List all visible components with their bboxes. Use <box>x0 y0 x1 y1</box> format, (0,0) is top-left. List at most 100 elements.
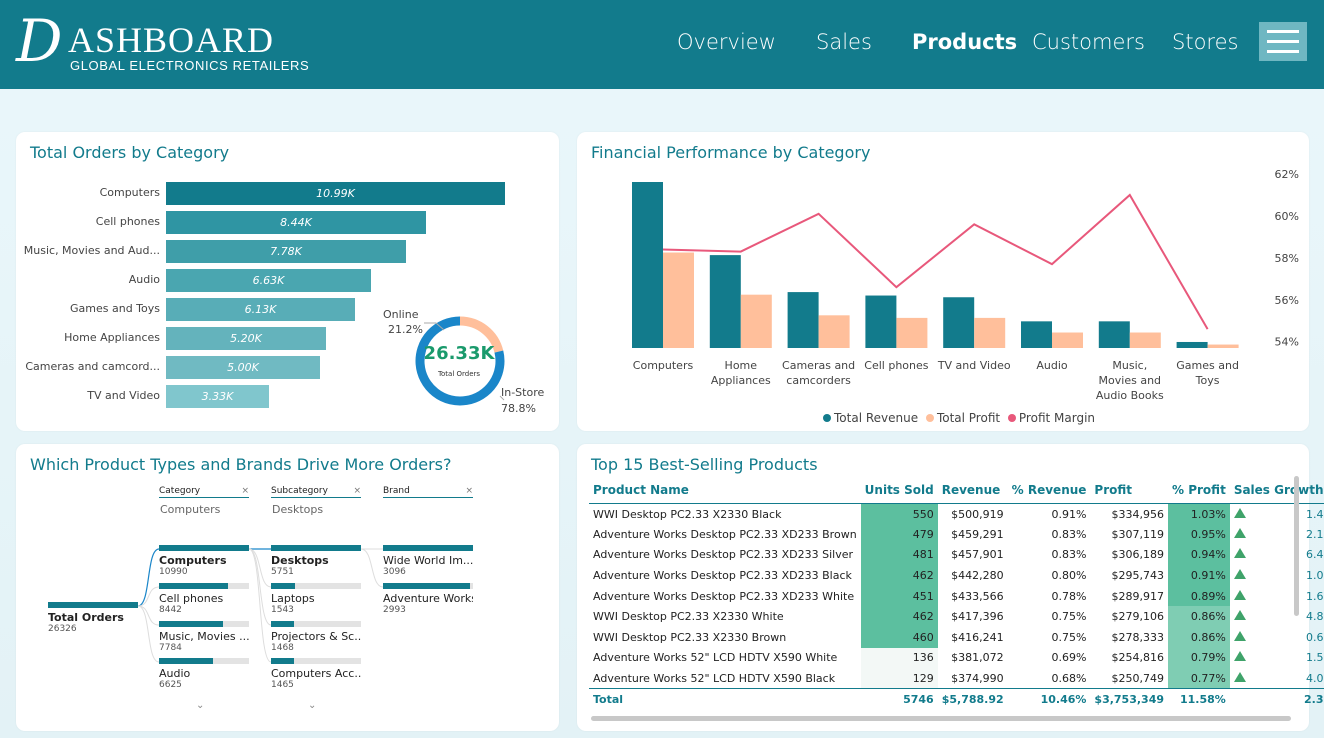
cell-product-name: WWI Desktop PC2.33 X2330 Brown <box>593 630 787 644</box>
profit-bar[interactable] <box>818 315 850 348</box>
dt-node-name: Adventure Works <box>383 592 473 605</box>
trend-up-icon <box>1233 548 1246 559</box>
cell-pct-revenue: 0.83% <box>1051 527 1087 541</box>
revenue-bar[interactable] <box>709 255 741 348</box>
revenue-bar[interactable] <box>865 295 897 348</box>
col-profit[interactable]: Profit <box>1090 481 1169 504</box>
revenue-bar[interactable] <box>1176 341 1208 348</box>
financial-combo-chart[interactable]: Computers Home Appliances Cameras and camcor… <box>577 132 1309 412</box>
nav-stores[interactable]: Stores <box>1172 30 1238 54</box>
dt-node-value: 7784 <box>159 643 182 653</box>
y2-axis-tick-label: 60% <box>1275 210 1299 223</box>
profit-bar[interactable] <box>663 252 694 348</box>
dashboard-logo[interactable]: D ASHBOARD GLOBAL ELECTRONICS RETAILERS <box>16 10 316 80</box>
dt-node-category[interactable]: Music, Movies ... 7784 <box>159 621 249 653</box>
cell-product-name: Adventure Works Desktop PC2.33 XD233 Bro… <box>593 527 857 541</box>
nav-customers[interactable]: Customers <box>1032 30 1145 54</box>
dt-node-category[interactable]: Audio 6625 <box>159 658 249 690</box>
cell-revenue: $442,280 <box>951 569 1004 583</box>
revenue-bar[interactable] <box>632 182 663 348</box>
profit-bar[interactable] <box>740 294 772 348</box>
x-axis-tick-label: Cell phones <box>864 359 928 372</box>
dt-node-subcategory[interactable]: Projectors & Sc... 1468 <box>271 621 361 653</box>
cell-units-sold: 129 <box>860 668 938 689</box>
x-axis-tick-label: Audio <box>1036 359 1068 372</box>
chevron-down-icon[interactable]: ⌄ <box>308 700 316 711</box>
dt-node-subcategory[interactable]: Computers Acc... 1465 <box>271 658 361 690</box>
cell-pct-revenue: 0.69% <box>1051 651 1087 665</box>
table-total-row: Total 5746 $5,788.92 10.46% $3,753,349 1… <box>589 688 1324 710</box>
x-axis-tick-label: Audio Books <box>1096 389 1164 402</box>
legend-revenue: Total Revenue <box>834 411 919 425</box>
col-pct-profit[interactable]: % Profit <box>1168 481 1230 504</box>
table-row[interactable]: Adventure Works 52" LCD HDTV X590 White … <box>589 647 1324 669</box>
cell-revenue: $5,788.92 <box>937 688 1008 710</box>
legend-dot-margin <box>1007 414 1016 422</box>
col-units-sold[interactable]: Units Sold <box>860 481 938 504</box>
revenue-bar[interactable] <box>1021 321 1052 348</box>
bar-category-label: Audio <box>128 273 160 286</box>
dt-node-name: Laptops <box>271 592 315 605</box>
col-revenue[interactable]: Revenue <box>937 481 1008 504</box>
dt-node-value: 8442 <box>159 605 182 615</box>
dt-node-name: Audio <box>159 667 191 680</box>
donut-leader-lines <box>424 322 505 401</box>
cell-sales-growth: 0.6 <box>1306 630 1324 644</box>
nav-overview[interactable]: Overview <box>677 30 776 54</box>
profit-bar[interactable] <box>1129 332 1161 348</box>
dt-node-value: 26326 <box>48 624 77 634</box>
bar-value-label: 8.44K <box>280 216 312 229</box>
dt-root-node[interactable]: Total Orders 26326 <box>48 602 138 634</box>
cell-product-name: Adventure Works 52" LCD HDTV X590 White <box>593 651 838 665</box>
cell-profit: $254,816 <box>1111 651 1165 665</box>
x-axis-tick-label: Computers <box>633 359 694 372</box>
dt-node-value: 1543 <box>271 605 294 615</box>
cell-pct-revenue: 0.78% <box>1051 589 1087 603</box>
hamburger-menu-icon[interactable] <box>1259 22 1307 61</box>
table-row[interactable]: Adventure Works Desktop PC2.33 XD233 Bro… <box>589 524 1324 545</box>
cell-units-sold: 481 <box>860 544 938 566</box>
table-row[interactable]: WWI Desktop PC2.33 X2330 White 462 $417,… <box>589 606 1324 628</box>
dt-node-brand[interactable]: Wide World Im... 3096 <box>383 545 473 577</box>
cell-sales-growth: 1.6 <box>1306 589 1324 603</box>
nav-products[interactable]: Products <box>912 30 1017 54</box>
vertical-scrollbar[interactable] <box>1294 476 1299 616</box>
profit-bar[interactable] <box>1207 344 1239 348</box>
table-row[interactable]: Adventure Works Desktop PC2.33 XD233 Bla… <box>589 565 1324 586</box>
cell-profit: $307,119 <box>1111 527 1165 541</box>
cell-pct-profit: 11.58% <box>1168 688 1230 710</box>
dt-node-name: Wide World Im... <box>383 554 473 567</box>
cell-revenue: $374,990 <box>951 671 1004 685</box>
table-row[interactable]: Adventure Works 52" LCD HDTV X590 Black … <box>589 668 1324 689</box>
cell-pct-profit: 0.91% <box>1168 565 1230 586</box>
horizontal-scrollbar[interactable] <box>591 716 1291 721</box>
revenue-bar[interactable] <box>787 292 819 348</box>
dt-node-name: Music, Movies ... <box>159 630 249 643</box>
profit-bar[interactable] <box>896 317 928 348</box>
x-axis-tick-label: TV and Video <box>937 359 1011 372</box>
dt-node-category[interactable]: Cell phones 8442 <box>159 583 249 615</box>
revenue-bar[interactable] <box>943 297 975 348</box>
col-product-name[interactable]: Product Name <box>589 481 861 504</box>
profit-bar[interactable] <box>974 317 1006 348</box>
col-pct-revenue[interactable]: % Revenue <box>1007 481 1091 504</box>
dt-node-category[interactable]: Computers 10990 <box>159 545 249 577</box>
revenue-bar[interactable] <box>1098 321 1130 348</box>
cell-product-name: Adventure Works Desktop PC2.33 XD233 Whi… <box>593 589 855 603</box>
x-axis-tick-label: camcorders <box>786 374 851 387</box>
table-row[interactable]: Adventure Works Desktop PC2.33 XD233 Whi… <box>589 585 1324 607</box>
cell-pct-profit: 1.03% <box>1168 503 1230 525</box>
dt-node-subcategory[interactable]: Laptops 1543 <box>271 583 361 615</box>
table-row[interactable]: Adventure Works Desktop PC2.33 XD233 Sil… <box>589 544 1324 566</box>
cell-pct-profit: 0.89% <box>1168 585 1230 607</box>
chevron-down-icon[interactable]: ⌄ <box>196 700 204 711</box>
orders-by-category-card: Total Orders by Category Computers 10.99K… <box>16 132 559 431</box>
nav-sales[interactable]: Sales <box>816 30 872 54</box>
dt-node-brand[interactable]: Adventure Works 2993 <box>383 583 473 615</box>
col-sales-growth[interactable]: Sales Growth <box>1229 481 1324 504</box>
dt-node-subcategory[interactable]: Desktops 5751 <box>271 545 361 577</box>
cell-profit: $250,749 <box>1111 671 1165 685</box>
profit-bar[interactable] <box>1052 332 1083 348</box>
table-row[interactable]: WWI Desktop PC2.33 X2330 Brown 460 $416,… <box>589 627 1324 648</box>
table-row[interactable]: WWI Desktop PC2.33 X2330 Black 550 $500,… <box>589 503 1324 525</box>
